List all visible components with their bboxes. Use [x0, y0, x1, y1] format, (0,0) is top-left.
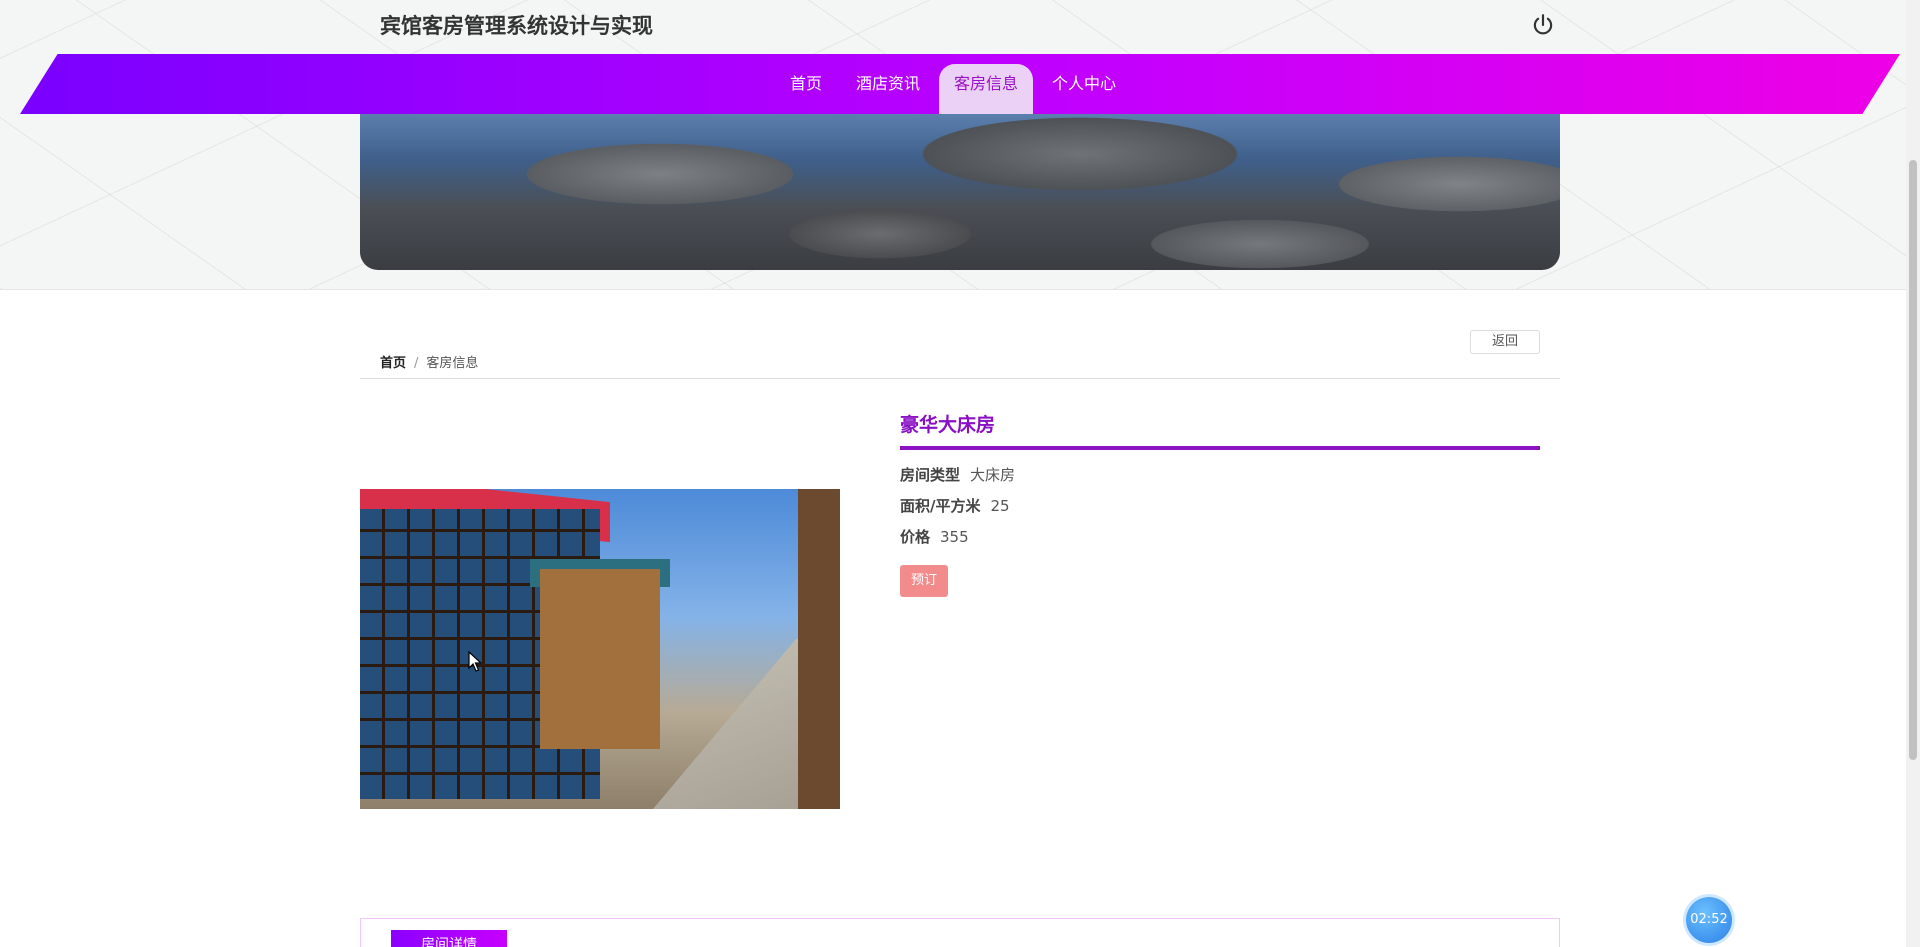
field-room-type: 房间类型 大床房: [900, 464, 1015, 485]
field-area: 面积/平方米 25: [900, 495, 1010, 516]
nav-item-home[interactable]: 首页: [775, 64, 837, 114]
breadcrumb-current: 客房信息: [426, 356, 479, 371]
field-label: 价格: [900, 528, 931, 546]
nav-menu: 首页 酒店资讯 客房信息 个人中心: [775, 64, 1131, 114]
photo-house: [540, 569, 660, 749]
detail-tab-panel: [360, 918, 1560, 947]
field-value: 355: [940, 528, 969, 546]
field-price: 价格 355: [900, 526, 969, 547]
scrollbar-thumb[interactable]: [1909, 160, 1917, 760]
nav-item-hotel-news[interactable]: 酒店资讯: [841, 64, 935, 114]
room-name: 豪华大床房: [900, 414, 996, 436]
photo-right-wall: [798, 489, 840, 809]
timer-badge[interactable]: 02:52: [1686, 897, 1732, 943]
room-name-underline: [900, 446, 1540, 450]
field-value: 25: [990, 497, 1010, 515]
field-value: 大床房: [970, 466, 1016, 484]
field-label: 面积/平方米: [900, 497, 981, 515]
tab-room-details[interactable]: 房间详情: [391, 930, 507, 947]
divider: [360, 378, 1560, 379]
nav-item-room-info[interactable]: 客房信息: [939, 64, 1034, 114]
book-button[interactable]: 预订: [900, 565, 948, 597]
power-icon[interactable]: [1530, 12, 1556, 38]
field-label: 房间类型: [900, 466, 961, 484]
room-photo: [360, 489, 840, 809]
banner-image: [360, 114, 1560, 270]
breadcrumb-separator: /: [414, 356, 419, 371]
mouse-cursor-icon: [468, 651, 482, 672]
back-button[interactable]: 返回: [1470, 330, 1540, 354]
breadcrumb: 首页 / 客房信息: [380, 352, 478, 371]
breadcrumb-home[interactable]: 首页: [380, 356, 406, 371]
site-title: 宾馆客房管理系统设计与实现: [380, 14, 653, 38]
nav-item-profile[interactable]: 个人中心: [1037, 64, 1131, 114]
